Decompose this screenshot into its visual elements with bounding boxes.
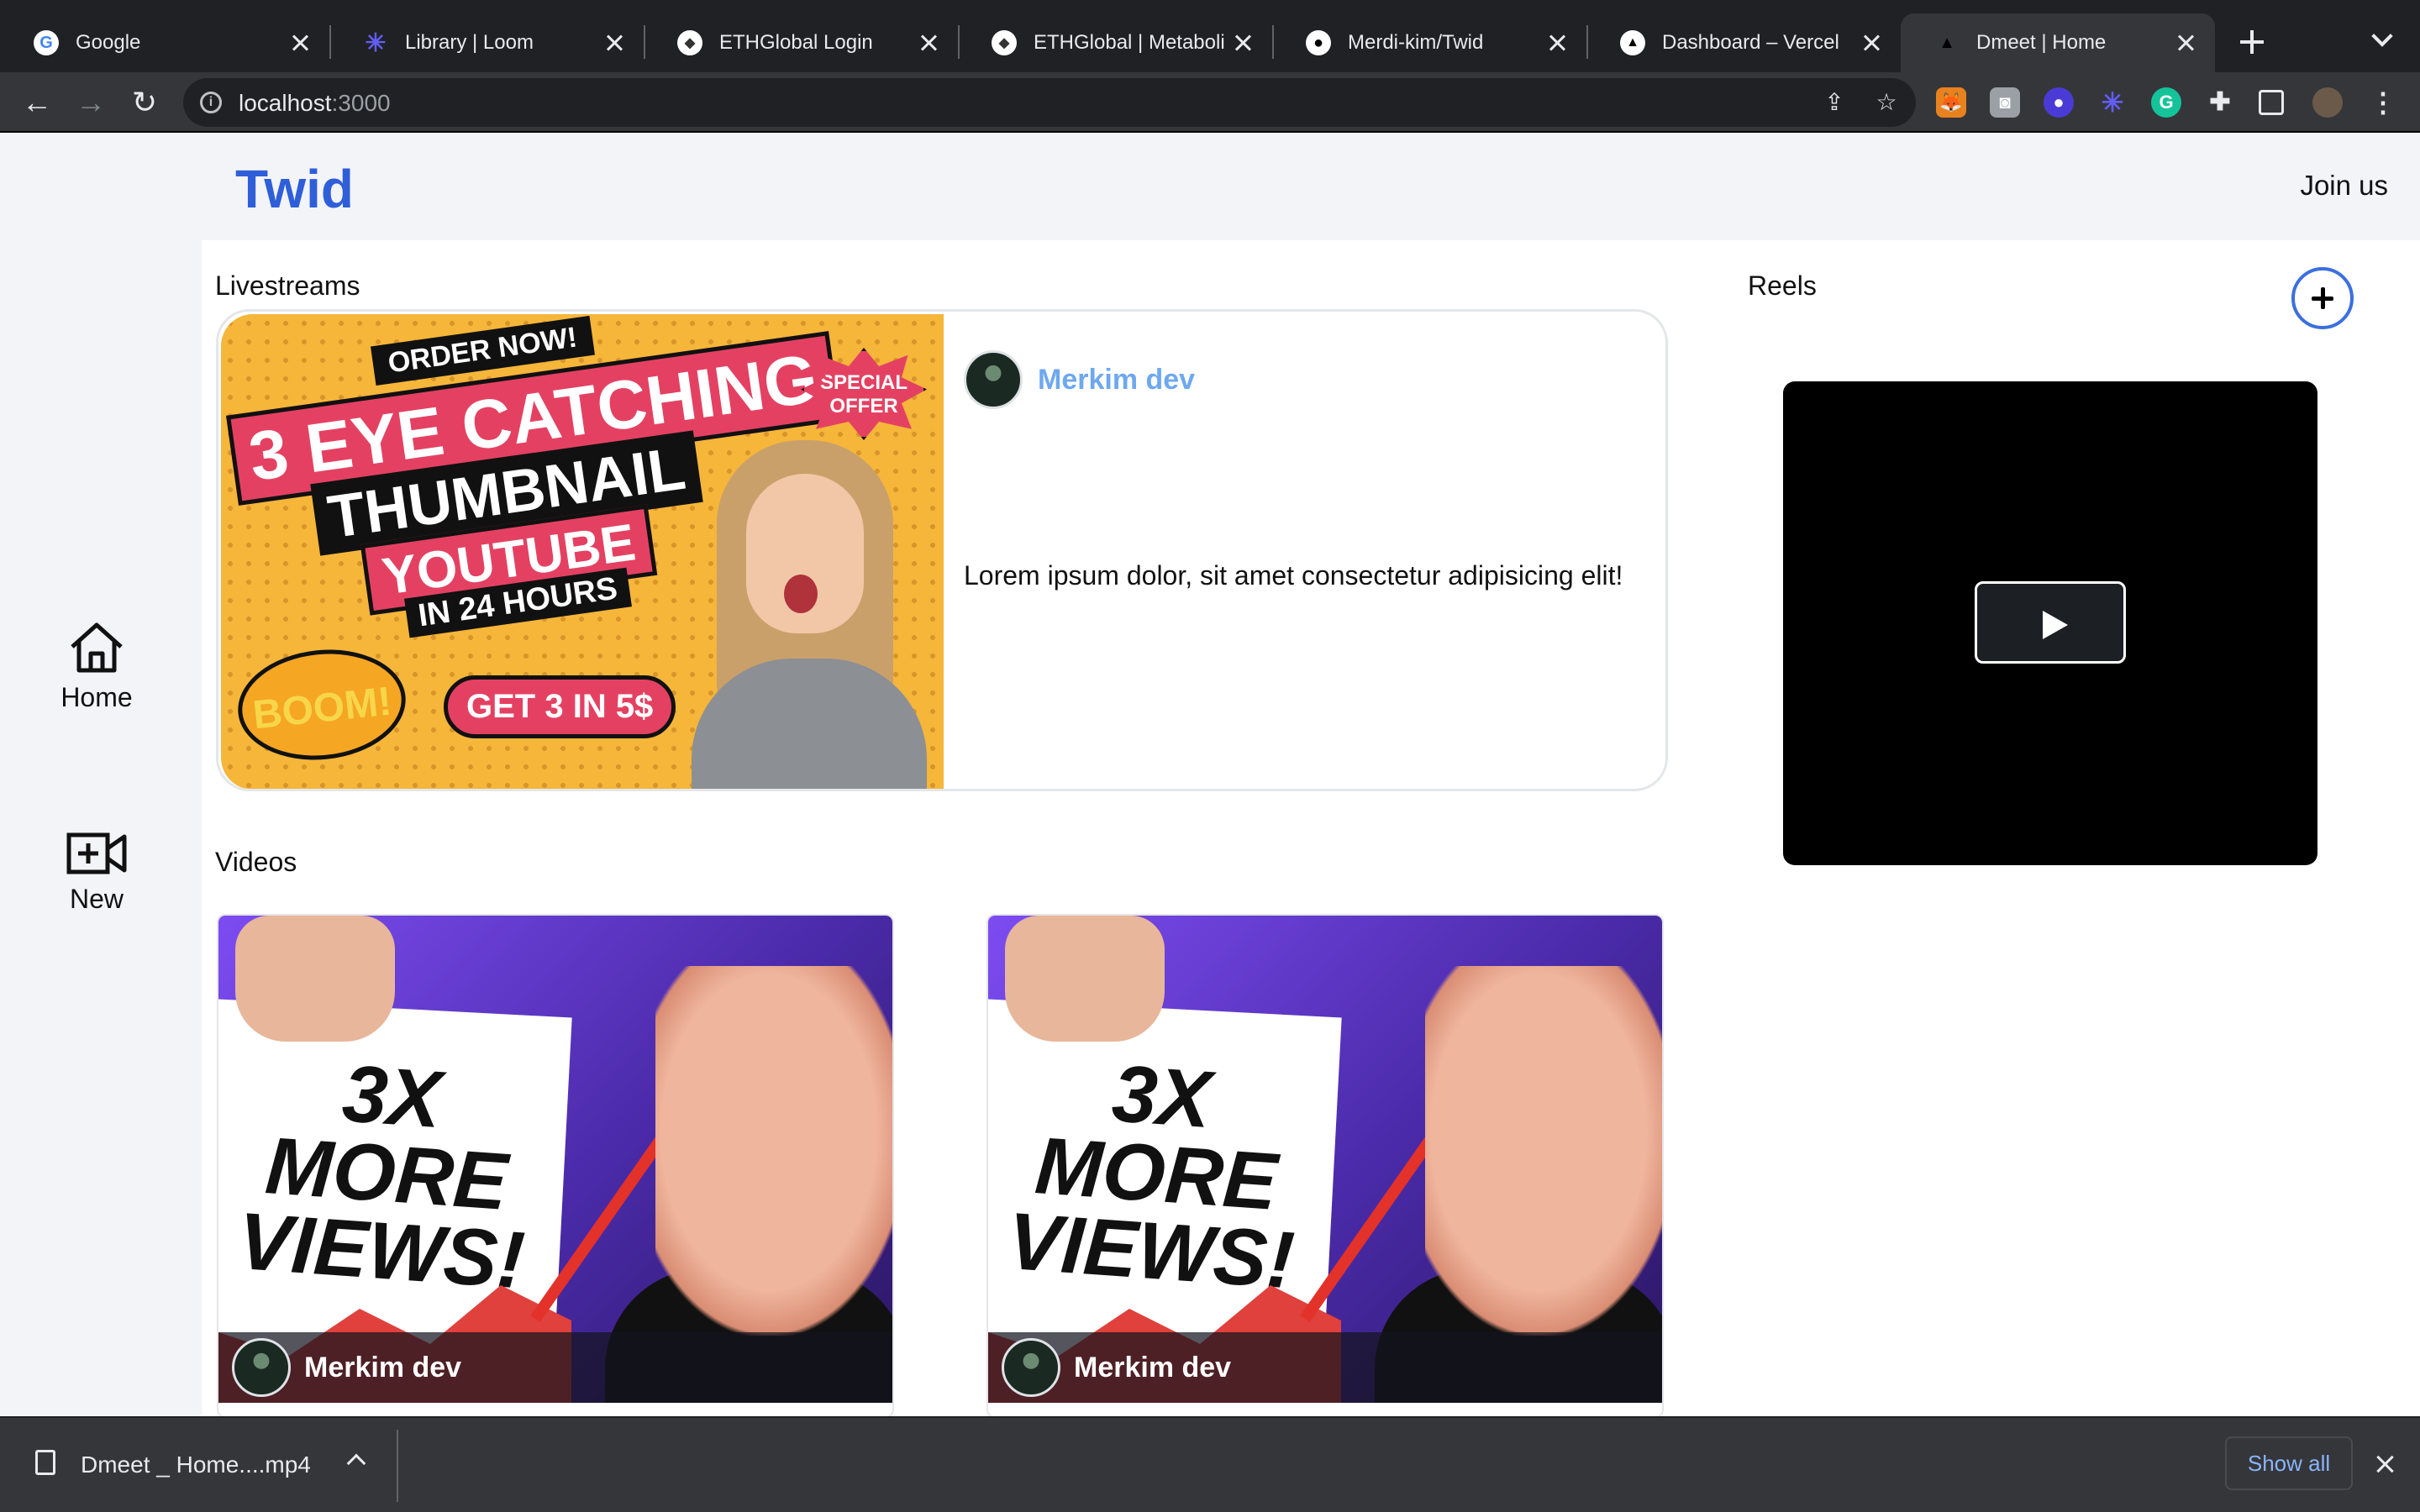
site-logo[interactable]: Twid [235, 158, 354, 220]
vercel-icon: ▲ [1620, 30, 1645, 55]
join-us-link[interactable]: Join us [2300, 170, 2388, 202]
show-all-button[interactable]: Show all [2225, 1436, 2353, 1490]
page: Twid Join us Home New Livestreams ORDER … [0, 133, 2420, 1416]
ethglobal-icon: ◆ [677, 30, 702, 55]
close-icon[interactable] [1860, 32, 1882, 54]
tab-dmeet-home[interactable]: ▲ Dmeet | Home [1901, 13, 2215, 72]
close-icon[interactable] [1232, 32, 1254, 54]
add-reel-button[interactable] [2291, 267, 2354, 329]
reels-heading: Reels [1748, 270, 1817, 301]
avatar [232, 1338, 291, 1397]
thumbnail-hand-image [235, 916, 395, 1042]
sidebar-item-new[interactable]: New [25, 830, 168, 915]
tab-vercel[interactable]: ▲ Dashboard – Vercel [1586, 13, 1901, 72]
video-card[interactable]: 3X MORE VIEWS! Merkim dev [217, 914, 894, 1416]
thumbnail-face-image [655, 966, 892, 1336]
reload-icon[interactable]: ↻ [126, 84, 163, 121]
livestream-card[interactable]: ORDER NOW! 3 EYE CATCHING THUMBNAIL YOUT… [216, 309, 1668, 791]
tab-title: Dashboard – Vercel [1662, 31, 1839, 54]
thumbnail-face-image [1425, 966, 1662, 1336]
camera-icon[interactable]: ◙ [1990, 87, 2020, 118]
livestream-description: Lorem ipsum dolor, sit amet consectetur … [964, 560, 1623, 591]
close-icon[interactable] [1546, 32, 1568, 54]
forward-arrow-icon[interactable]: → [72, 84, 109, 121]
tab-loom[interactable]: ✳ Library | Loom [329, 13, 644, 72]
reel-video-player[interactable] [1783, 381, 2317, 865]
thumbnail-person-image [658, 407, 944, 789]
side-panel-icon[interactable] [2259, 90, 2284, 115]
video-add-icon [66, 832, 127, 874]
url-host: localhost [239, 90, 332, 116]
tab-title: ETHGlobal | Metabolis [1034, 31, 1225, 54]
sidebar-item-label: Home [60, 682, 133, 712]
livestream-author[interactable]: Merkim dev [964, 350, 1195, 409]
home-icon [71, 622, 123, 673]
chevron-up-icon[interactable] [346, 1453, 366, 1473]
tab-ethglobal-login[interactable]: ◆ ETHGlobal Login [644, 13, 958, 72]
avatar [964, 350, 1023, 409]
close-icon[interactable] [289, 32, 311, 54]
tab-github[interactable]: ● Merdi-kim/Twid [1272, 13, 1586, 72]
tab-title: ETHGlobal Login [719, 31, 873, 54]
livestream-thumbnail[interactable]: ORDER NOW! 3 EYE CATCHING THUMBNAIL YOUT… [221, 314, 944, 789]
browser-tabstrip: G Google ✳ Library | Loom ◆ ETHGlobal Lo… [0, 0, 2420, 72]
profile-avatar[interactable] [2312, 87, 2343, 118]
tab-title: Merdi-kim/Twid [1348, 31, 1484, 54]
author-name: Merkim dev [304, 1351, 462, 1383]
video-author-bar: Merkim dev [218, 1332, 892, 1403]
menu-kebab-icon[interactable]: ⋮ [2368, 87, 2398, 118]
close-icon[interactable] [603, 32, 625, 54]
url-text: localhost:3000 [239, 90, 391, 117]
metamask-icon[interactable]: 🦊 [1936, 87, 1966, 118]
avatar [1002, 1338, 1060, 1397]
address-bar[interactable]: i localhost:3000 ⇪ ☆ [183, 78, 1916, 127]
sidebar-item-label: New [69, 884, 124, 914]
url-port: :3000 [331, 90, 391, 116]
tab-ethglobal-metabolis[interactable]: ◆ ETHGlobal | Metabolis [958, 13, 1272, 72]
sidebar-item-home[interactable]: Home [25, 620, 168, 713]
file-icon [35, 1450, 55, 1475]
thumbnail-hand-image [1005, 916, 1165, 1042]
grammarly-icon[interactable]: G [2151, 87, 2181, 118]
thumbnail-price-badge: GET 3 IN 5$ [444, 675, 676, 738]
play-button[interactable] [1975, 581, 2126, 664]
author-name: Merkim dev [1038, 363, 1196, 396]
divider [397, 1430, 398, 1502]
vercel-icon: ▲ [1939, 33, 1955, 52]
ethglobal-icon: ◆ [992, 30, 1017, 55]
close-icon[interactable] [2375, 1453, 2396, 1475]
tab-title: Google [76, 31, 141, 54]
tab-google[interactable]: G Google [0, 13, 329, 72]
download-shelf: Dmeet _ Home....mp4 Show all [0, 1416, 2420, 1512]
author-name: Merkim dev [1074, 1351, 1232, 1383]
site-info-icon[interactable]: i [200, 92, 222, 113]
videos-heading: Videos [215, 847, 297, 877]
video-thumbnail: 3X MORE VIEWS! Merkim dev [988, 916, 1662, 1403]
thumbnail-sign-text: 3X MORE VIEWS! [218, 1047, 562, 1305]
new-tab-button[interactable] [2233, 24, 2270, 60]
tab-title: Dmeet | Home [1976, 31, 2107, 54]
livestreams-heading: Livestreams [215, 270, 360, 301]
extension-bot-icon[interactable]: ● [2044, 87, 2074, 118]
video-card[interactable]: 3X MORE VIEWS! Merkim dev [986, 914, 1664, 1416]
share-icon[interactable]: ⇪ [1822, 90, 1847, 115]
video-author-bar: Merkim dev [988, 1332, 1662, 1403]
download-filename[interactable]: Dmeet _ Home....mp4 [81, 1452, 311, 1478]
close-icon[interactable] [918, 32, 939, 54]
tab-search-chevron-icon[interactable] [2368, 25, 2396, 54]
github-icon: ● [1306, 30, 1331, 55]
back-arrow-icon[interactable]: ← [18, 84, 55, 121]
tab-title: Library | Loom [405, 31, 534, 54]
extensions-puzzle-icon[interactable]: ✚ [2205, 87, 2235, 118]
google-icon: G [34, 30, 59, 55]
thumbnail-sign-text: 3X MORE VIEWS! [988, 1047, 1332, 1305]
video-thumbnail: 3X MORE VIEWS! Merkim dev [218, 916, 892, 1403]
close-icon[interactable] [2175, 32, 2196, 54]
loom-icon: ✳ [365, 29, 387, 57]
loom-icon[interactable]: ✳ [2097, 87, 2128, 118]
bookmark-star-icon[interactable]: ☆ [1874, 90, 1899, 115]
